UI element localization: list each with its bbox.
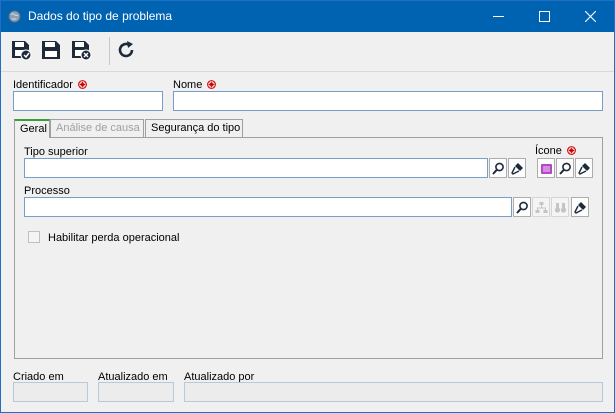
tab-geral[interactable]: Geral (14, 119, 50, 138)
tipo-superior-clear-button[interactable] (508, 158, 526, 178)
icon-preview-icon (540, 163, 552, 174)
processo-clear-button[interactable] (571, 197, 589, 217)
nome-input[interactable] (173, 91, 603, 111)
processo-search-button[interactable] (513, 197, 531, 217)
close-button[interactable] (567, 1, 613, 32)
tipo-superior-input[interactable] (24, 158, 488, 178)
atualizado-por-field (184, 382, 603, 402)
close-icon (584, 11, 596, 22)
search-icon (491, 162, 504, 175)
dialog-window: Dados do tipo de problema Identificador … (0, 0, 615, 413)
eraser-icon (573, 201, 586, 214)
icone-label: Ícone (535, 145, 576, 157)
minimize-button[interactable] (475, 1, 521, 32)
save-close-button[interactable] (69, 38, 93, 62)
save-new-icon (12, 41, 32, 61)
toolbar-separator (109, 37, 110, 65)
nome-label: Nome (173, 79, 217, 91)
processo-view-button[interactable] (551, 197, 569, 217)
save-button[interactable] (39, 38, 63, 62)
save-close-icon (72, 41, 92, 61)
search-icon (515, 201, 528, 214)
search-icon (558, 162, 571, 175)
eraser-icon (577, 162, 590, 175)
save-icon (42, 41, 60, 59)
identificador-input[interactable] (13, 91, 163, 111)
hierarchy-icon (535, 201, 547, 213)
processo-input[interactable] (24, 197, 512, 217)
title-bar: Dados do tipo de problema (1, 1, 614, 32)
refresh-button[interactable] (114, 38, 138, 62)
save-new-button[interactable] (9, 38, 33, 62)
processo-label: Processo (24, 185, 70, 197)
refresh-icon (118, 41, 134, 58)
icone-search-button[interactable] (556, 158, 574, 178)
maximize-icon (538, 11, 550, 22)
processo-hierarchy-button[interactable] (532, 197, 550, 217)
toolbar (1, 32, 614, 72)
atualizado-em-field (98, 382, 174, 402)
required-icon (567, 146, 576, 155)
tab-analise-de-causa[interactable]: Análise de causa (50, 119, 144, 137)
tipo-superior-label: Tipo superior (24, 146, 88, 158)
icone-clear-button[interactable] (575, 158, 593, 178)
globe-icon (8, 10, 21, 23)
maximize-button[interactable] (521, 1, 567, 32)
habilitar-perda-operacional-label: Habilitar perda operacional (48, 232, 180, 244)
habilitar-perda-operacional-checkbox[interactable] (28, 231, 40, 243)
minimize-icon (492, 16, 504, 17)
eraser-icon (510, 162, 523, 175)
tipo-superior-search-button[interactable] (489, 158, 507, 178)
binoculars-icon (554, 202, 566, 213)
criado-em-field (13, 382, 88, 402)
identificador-label: Identificador (13, 79, 87, 91)
tab-seguranca-do-tipo[interactable]: Segurança do tipo (145, 119, 243, 137)
window-title: Dados do tipo de problema (28, 9, 173, 23)
required-icon (207, 80, 217, 89)
icone-preview[interactable] (537, 158, 555, 178)
required-icon (78, 80, 87, 89)
